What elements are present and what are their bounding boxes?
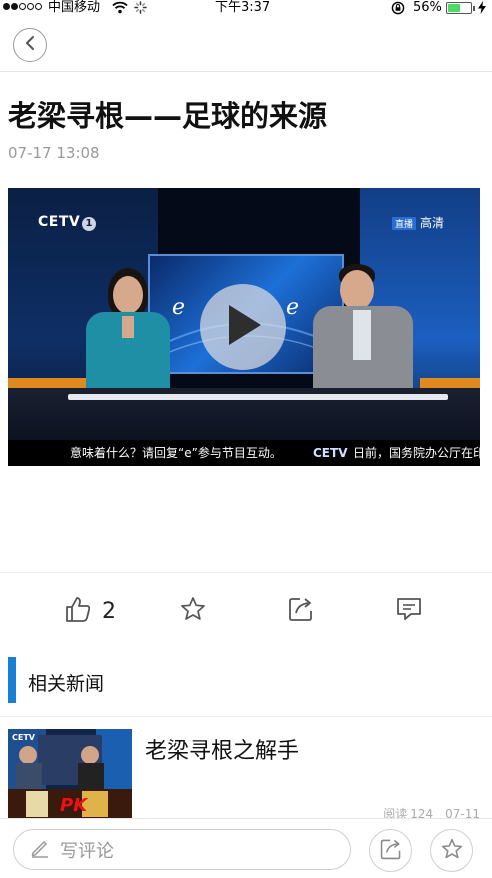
- section-accent-bar: [8, 657, 16, 703]
- thumb-up-icon: [64, 595, 92, 627]
- divider: [0, 572, 492, 573]
- back-button[interactable]: [13, 28, 47, 62]
- related-news-title: 老梁寻根之解手: [145, 739, 300, 764]
- like-count: 2: [102, 598, 116, 624]
- svg-text:PK: PK: [60, 795, 89, 816]
- bottom-share-button[interactable]: [369, 829, 412, 872]
- star-icon: [441, 838, 463, 864]
- play-icon: [223, 303, 263, 351]
- status-bar: 中国移动 下午3:37 56%: [0, 0, 492, 16]
- battery-icon: [446, 2, 472, 14]
- clock: 下午3:37: [215, 0, 271, 15]
- svg-text:e: e: [172, 295, 185, 320]
- like-button[interactable]: 2: [64, 594, 116, 628]
- related-news-thumbnail: PK CETV: [8, 729, 132, 819]
- favorite-button[interactable]: [180, 594, 206, 628]
- news-ticker: 意味着什么？请回复“e”参与节目互动。 CETV 日前，国务院办公厅在印发: [8, 440, 480, 466]
- carrier-name: 中国移动: [48, 0, 101, 15]
- bottom-bar: 写评论: [0, 818, 492, 878]
- star-icon: [180, 596, 206, 626]
- nav-bar: [0, 16, 492, 72]
- battery-percent: 56%: [413, 0, 442, 15]
- pencil-icon: [30, 838, 50, 862]
- comment-placeholder: 写评论: [60, 840, 114, 862]
- divider: [0, 716, 492, 717]
- article-page: 中国移动 下午3:37 56% 老梁寻根——足球的来源 07-17 13:08: [0, 0, 492, 878]
- comment-button[interactable]: [395, 594, 423, 628]
- hd-badge: 直播 高清: [391, 214, 444, 231]
- video-player[interactable]: e e CETV 1 直播 高清 意味着什么？请回复“e”参与节目互动。 CET…: [8, 188, 480, 466]
- chevron-left-icon: [24, 35, 36, 55]
- comment-icon: [395, 595, 423, 627]
- share-icon: [379, 837, 403, 865]
- svg-text:CETV: CETV: [12, 733, 36, 742]
- article-date: 07-17 13:08: [8, 144, 100, 162]
- bottom-favorite-button[interactable]: [430, 829, 473, 872]
- svg-text:e: e: [286, 295, 299, 320]
- play-button[interactable]: [200, 284, 286, 370]
- channel-logo: CETV 1: [38, 214, 97, 231]
- article-title: 老梁寻根——足球的来源: [8, 99, 328, 133]
- share-button[interactable]: [287, 594, 315, 628]
- comment-input[interactable]: 写评论: [13, 829, 351, 870]
- related-news-heading: 相关新闻: [28, 673, 105, 695]
- share-icon: [287, 595, 315, 627]
